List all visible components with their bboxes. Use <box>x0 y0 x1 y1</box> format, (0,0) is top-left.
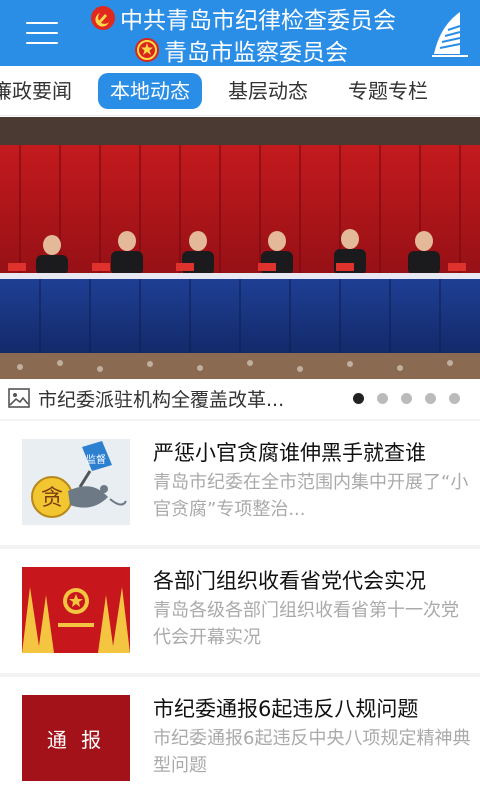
category-tabs: 廉政要闻 本地动态 基层动态 专题专栏 <box>0 66 480 116</box>
carousel-indicators <box>340 393 460 404</box>
news-title: 严惩小官贪腐谁伸黑手就查谁 <box>153 441 426 465</box>
news-thumbnail: 监督 贪 <box>22 439 130 525</box>
carousel-dot-4[interactable] <box>425 393 436 404</box>
thumb-notice-text: 通 报 <box>46 727 106 752</box>
carousel-dot-3[interactable] <box>401 393 412 404</box>
carousel-dot-2[interactable] <box>377 393 388 404</box>
news-summary: 市纪委通报6起违反中央八项规定精神典型问题 <box>153 728 471 776</box>
banner-carousel-image[interactable] <box>0 117 480 379</box>
banner-caption-text: 市纪委派驻机构全覆盖改革... <box>38 389 285 411</box>
national-emblem-icon <box>135 38 159 62</box>
news-thumbnail <box>22 567 130 653</box>
carousel-dot-5[interactable] <box>449 393 460 404</box>
tab-lianzheng-news[interactable]: 廉政要闻 <box>0 73 72 109</box>
news-item[interactable]: 监督 贪 严惩小官贪腐谁伸黑手就查谁 青岛市纪委在全市范围内集中开展了“小官贪腐… <box>0 421 480 545</box>
party-emblem-icon <box>91 6 115 30</box>
app-header: 中共青岛市纪律检查委员会 青岛市监察委员会 <box>0 0 480 66</box>
image-icon <box>8 388 30 408</box>
news-summary: 青岛各级各部门组织收看省第十一次党代会开幕实况 <box>153 600 459 648</box>
hamburger-menu-icon[interactable] <box>26 22 58 44</box>
news-list: 监督 贪 严惩小官贪腐谁伸黑手就查谁 青岛市纪委在全市范围内集中开展了“小官贪腐… <box>0 419 480 801</box>
header-title-2: 青岛市监察委员会 <box>164 40 348 66</box>
banner-caption: 市纪委派驻机构全覆盖改革... <box>0 379 480 419</box>
carousel-dot-1[interactable] <box>353 393 364 404</box>
thumb-coin-text: 贪 <box>41 486 63 511</box>
header-title-1: 中共青岛市纪律检查委员会 <box>120 8 396 34</box>
title-line-1: 中共青岛市纪律检查委员会 <box>90 2 410 34</box>
news-thumbnail: 通 报 <box>22 695 130 781</box>
news-summary: 青岛市纪委在全市范围内集中开展了“小官贪腐”专项整治... <box>153 472 469 520</box>
thumb-sign-text: 监督 <box>86 453 106 466</box>
news-title: 市纪委通报6起违反八规问题 <box>153 697 419 721</box>
sail-logo-icon[interactable] <box>430 10 470 58</box>
tab-special-column[interactable]: 专题专栏 <box>348 73 428 109</box>
news-item[interactable]: 各部门组织收看省党代会实况 青岛各级各部门组织收看省第十一次党代会开幕实况 <box>0 549 480 673</box>
title-line-2: 青岛市监察委员会 <box>134 34 394 66</box>
tab-grassroots-news[interactable]: 基层动态 <box>228 73 308 109</box>
news-title: 各部门组织收看省党代会实况 <box>153 569 426 593</box>
news-item[interactable]: 通 报 市纪委通报6起违反八规问题 市纪委通报6起违反中央八项规定精神典型问题 <box>0 677 480 801</box>
tab-local-news[interactable]: 本地动态 <box>98 73 202 109</box>
